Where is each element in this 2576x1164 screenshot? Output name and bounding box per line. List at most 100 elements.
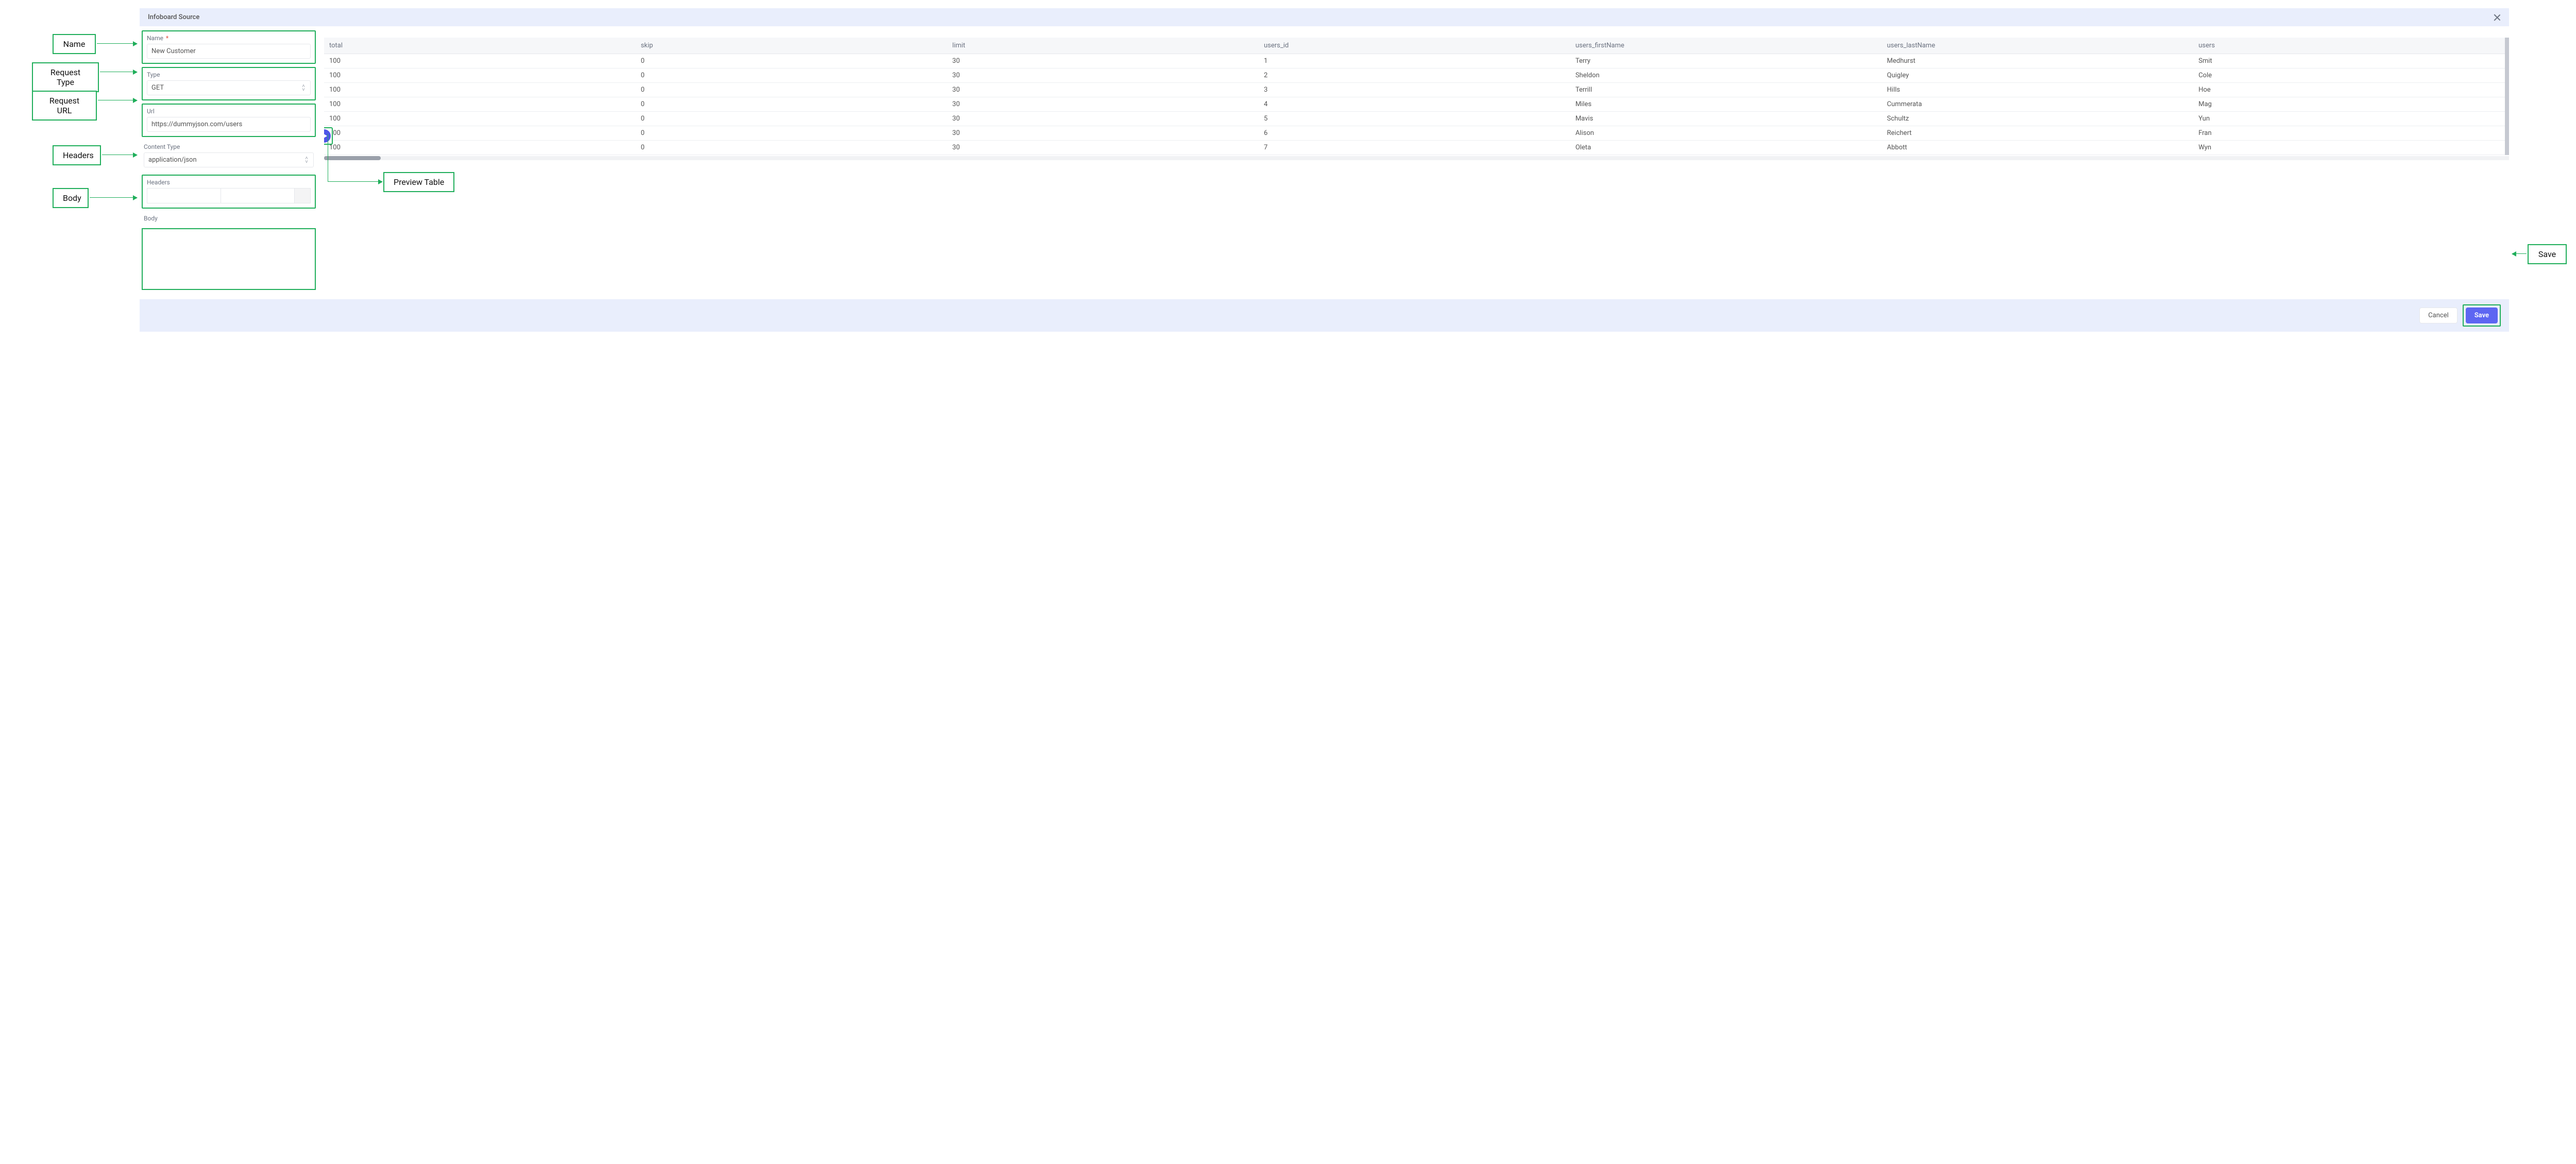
callout-save-label: Save xyxy=(2538,249,2556,259)
table-header-row: totalskiplimitusers_idusers_firstNameuse… xyxy=(324,38,2505,54)
modal-header: Infoboard Source xyxy=(140,8,2509,26)
table-cell: 100 xyxy=(324,112,636,126)
infoboard-source-modal: Infoboard Source Name * Type GET ˄˅ Url xyxy=(140,8,2509,332)
type-field: Type GET ˄˅ xyxy=(142,67,316,100)
callout-preview-table: Preview Table xyxy=(383,172,454,192)
table-cell: 0 xyxy=(636,141,947,155)
headers-grid[interactable] xyxy=(147,188,311,203)
table-body: 1000301TerryMedhurstSmit1000302SheldonQu… xyxy=(324,54,2505,155)
table-cell: 30 xyxy=(947,54,1259,69)
header-action-cell[interactable] xyxy=(295,189,310,203)
table-cell: 0 xyxy=(636,112,947,126)
name-label: Name * xyxy=(147,33,311,44)
callout-body-label: Body xyxy=(63,193,81,203)
name-input[interactable] xyxy=(147,44,311,59)
chevron-updown-icon: ˄˅ xyxy=(304,157,309,164)
table-cell: 100 xyxy=(324,97,636,112)
url-input[interactable] xyxy=(147,117,311,132)
table-cell: 100 xyxy=(324,69,636,83)
table-header-cell: skip xyxy=(636,38,947,54)
run-preview-highlight xyxy=(324,127,333,145)
callout-preview-table-label: Preview Table xyxy=(394,177,444,187)
table-cell: Terry xyxy=(1570,54,1882,69)
close-icon[interactable] xyxy=(2494,14,2501,21)
modal-title: Infoboard Source xyxy=(148,13,199,21)
table-cell: 0 xyxy=(636,54,947,69)
callout-body: Body xyxy=(53,188,89,208)
callout-name: Name xyxy=(53,34,96,54)
table-cell: 0 xyxy=(636,83,947,97)
table-cell: Hoe xyxy=(2193,83,2505,97)
run-preview-wrap xyxy=(324,127,333,145)
content-type-field: Content Type application/json ˄˅ xyxy=(142,140,316,172)
table-cell: Cummerata xyxy=(1882,97,2194,112)
body-textarea[interactable] xyxy=(142,228,316,290)
table-cell: 6 xyxy=(1259,126,1570,141)
content-type-label: Content Type xyxy=(144,142,314,152)
table-row: 1000304MilesCummerataMag xyxy=(324,97,2505,112)
callout-request-type: Request Type xyxy=(32,62,99,92)
name-field: Name * xyxy=(142,30,316,64)
content-type-value: application/json xyxy=(148,156,197,164)
header-value-cell[interactable] xyxy=(221,189,295,203)
type-value: GET xyxy=(151,84,164,92)
header-key-cell[interactable] xyxy=(147,189,221,203)
table-cell: 30 xyxy=(947,83,1259,97)
type-select[interactable]: GET ˄˅ xyxy=(147,80,311,95)
callout-request-url: Request URL xyxy=(32,91,97,121)
table-cell: Sheldon xyxy=(1570,69,1882,83)
table-row: 1000301TerryMedhurstSmit xyxy=(324,54,2505,69)
table-cell: 100 xyxy=(324,83,636,97)
type-label: Type xyxy=(147,70,311,80)
table-cell: 100 xyxy=(324,126,636,141)
preview-table: totalskiplimitusers_idusers_firstNameuse… xyxy=(324,38,2505,155)
headers-label: Headers xyxy=(147,178,311,188)
table-cell: Mag xyxy=(2193,97,2505,112)
table-header-cell: total xyxy=(324,38,636,54)
table-cell: Hills xyxy=(1882,83,2194,97)
table-cell: 100 xyxy=(324,141,636,155)
required-asterisk: * xyxy=(166,35,168,42)
table-cell: 30 xyxy=(947,141,1259,155)
arrow-body xyxy=(90,197,137,198)
table-cell: Yun xyxy=(2193,112,2505,126)
preview-table-wrap: totalskiplimitusers_idusers_firstNameuse… xyxy=(324,38,2509,155)
table-cell: Reichert xyxy=(1882,126,2194,141)
url-field: Url xyxy=(142,104,316,137)
cancel-button[interactable]: Cancel xyxy=(2419,307,2458,323)
table-cell: 30 xyxy=(947,97,1259,112)
callout-request-type-label: Request Type xyxy=(50,67,80,87)
table-header-cell: limit xyxy=(947,38,1259,54)
table-cell: Smit xyxy=(2193,54,2505,69)
content-type-select[interactable]: application/json ˄˅ xyxy=(144,152,314,167)
table-cell: 0 xyxy=(636,126,947,141)
table-cell: Fran xyxy=(2193,126,2505,141)
arrow-preview-h xyxy=(328,181,382,182)
table-cell: Cole xyxy=(2193,69,2505,83)
table-cell: 0 xyxy=(636,97,947,112)
scrollbar-thumb[interactable] xyxy=(324,156,381,160)
table-cell: Medhurst xyxy=(1882,54,2194,69)
table-cell: 5 xyxy=(1259,112,1570,126)
table-header-cell: users_firstName xyxy=(1570,38,1882,54)
url-label: Url xyxy=(147,107,311,117)
modal-body: Name * Type GET ˄˅ Url Content Type appl… xyxy=(140,26,2509,290)
horizontal-scrollbar[interactable] xyxy=(324,156,2509,160)
arrow-name xyxy=(97,43,137,44)
table-cell: 4 xyxy=(1259,97,1570,112)
save-button[interactable]: Save xyxy=(2466,307,2498,323)
table-cell: Schultz xyxy=(1882,112,2194,126)
table-row: 1000305MavisSchultzYun xyxy=(324,112,2505,126)
table-cell: Quigley xyxy=(1882,69,2194,83)
table-row: 1000302SheldonQuigleyCole xyxy=(324,69,2505,83)
table-header-cell: users xyxy=(2193,38,2505,54)
table-cell: Abbott xyxy=(1882,141,2194,155)
table-cell: 1 xyxy=(1259,54,1570,69)
table-cell: 3 xyxy=(1259,83,1570,97)
callout-headers-label: Headers xyxy=(63,150,94,160)
body-field-label-wrap: Body xyxy=(142,212,316,225)
play-icon xyxy=(324,133,327,139)
chevron-updown-icon: ˄˅ xyxy=(301,84,306,92)
table-row: 1000303TerrillHillsHoe xyxy=(324,83,2505,97)
table-row: 1000307OletaAbbottWyn xyxy=(324,141,2505,155)
